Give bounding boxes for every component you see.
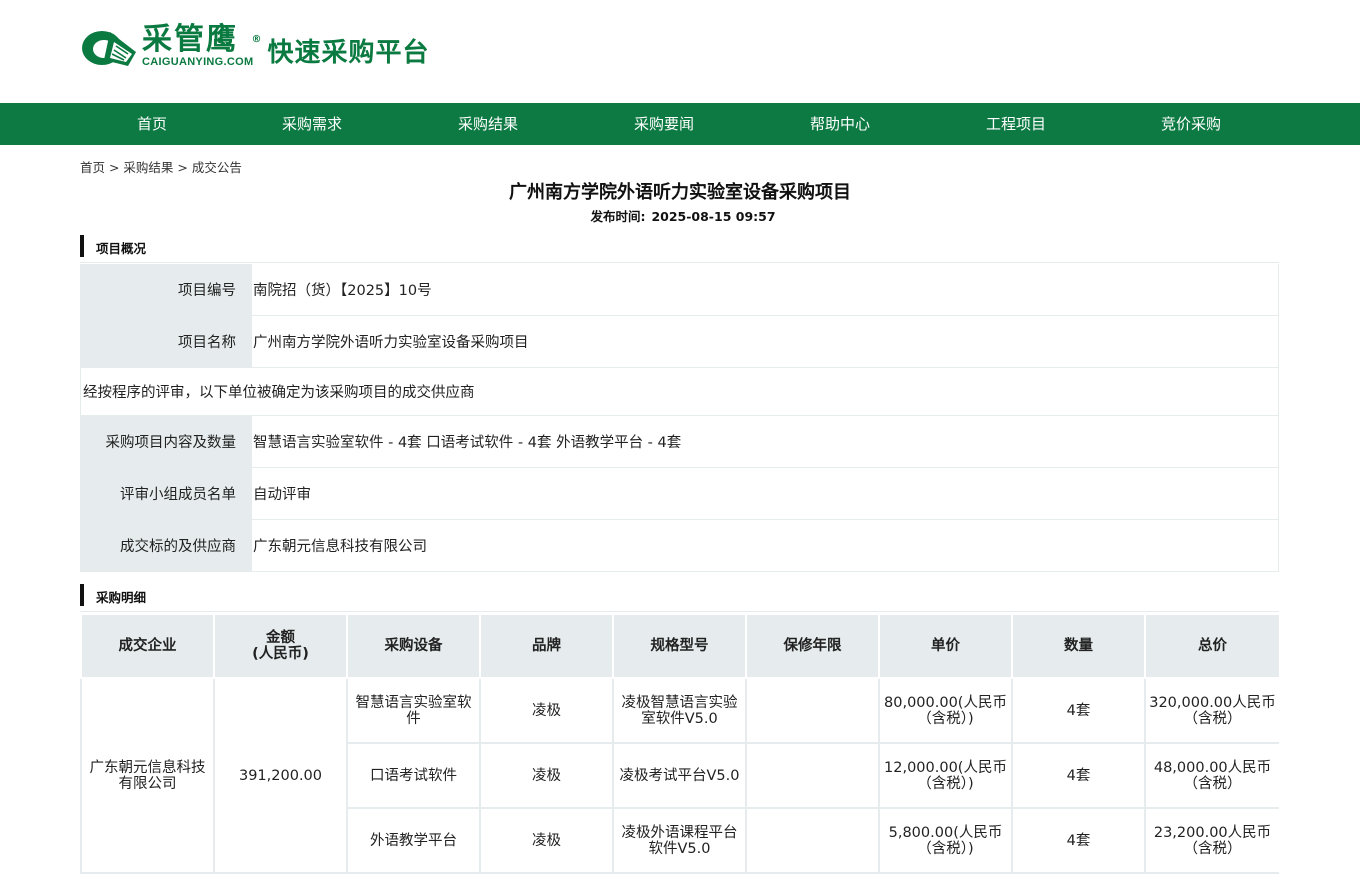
breadcrumb[interactable]: 首页 > 采购结果 > 成交公告 bbox=[80, 157, 242, 176]
detail-table: 成交企业 金额 (人民币) 采购设备 品牌 规格型号 保修年限 单价 数量 总价 … bbox=[80, 613, 1279, 874]
cell-model: 凌极智慧语言实验室软件V5.0 bbox=[612, 677, 747, 744]
nav-item-demands[interactable]: 采购需求 bbox=[252, 103, 372, 145]
section-detail-title: 采购明细 bbox=[96, 590, 147, 605]
logo-domain: CAIGUANYING.COM bbox=[142, 56, 254, 68]
info-label: 评审小组成员名单 bbox=[81, 468, 252, 519]
cell-company: 广东朝元信息科技有限公司 bbox=[80, 677, 215, 874]
info-label: 项目编号 bbox=[81, 264, 252, 315]
publish-time-value: 2025-08-15 09:57 bbox=[651, 209, 776, 224]
column-header-brand: 品牌 bbox=[479, 613, 614, 679]
site-logo[interactable]: 采管鹰 ® CAIGUANYING.COM 快速采购平台 bbox=[80, 22, 429, 70]
info-label: 成交标的及供应商 bbox=[81, 520, 252, 571]
nav-item-help[interactable]: 帮助中心 bbox=[780, 103, 900, 145]
cell-quantity: 4套 bbox=[1011, 742, 1146, 809]
column-header-total: 总价 bbox=[1144, 613, 1279, 679]
cell-quantity: 4套 bbox=[1011, 807, 1146, 874]
section-overview-title: 项目概况 bbox=[96, 241, 147, 256]
site-header: 采管鹰 ® CAIGUANYING.COM 快速采购平台 bbox=[0, 0, 1360, 103]
info-value: 自动评审 bbox=[253, 487, 311, 503]
cell-warranty bbox=[745, 742, 880, 809]
cell-brand: 凌极 bbox=[479, 807, 614, 874]
info-row-project-name: 项目名称 广州南方学院外语听力实验室设备采购项目 bbox=[81, 316, 1278, 368]
cell-model: 凌极外语课程平台软件V5.0 bbox=[612, 807, 747, 874]
column-header-model: 规格型号 bbox=[612, 613, 747, 679]
info-row-supplier: 成交标的及供应商 广东朝元信息科技有限公司 bbox=[81, 520, 1278, 572]
detail-table-wrapper: 成交企业 金额 (人民币) 采购设备 品牌 规格型号 保修年限 单价 数量 总价 … bbox=[80, 613, 1279, 878]
section-marker bbox=[80, 235, 84, 257]
info-label: 采购项目内容及数量 bbox=[81, 416, 252, 467]
result-statement: 经按程序的评审，以下单位被确定为该采购项目的成交供应商 bbox=[83, 385, 475, 401]
info-value: 智慧语言实验室软件 - 4套 口语考试软件 - 4套 外语教学平台 - 4套 bbox=[253, 435, 682, 451]
cell-brand: 凌极 bbox=[479, 677, 614, 744]
nav-item-results[interactable]: 采购结果 bbox=[428, 103, 548, 145]
nav-item-home[interactable]: 首页 bbox=[92, 103, 212, 145]
nav-item-bidding[interactable]: 竞价采购 bbox=[1131, 103, 1251, 145]
cell-unit-price: 5,800.00(人民币（含税）) bbox=[878, 807, 1013, 874]
publish-time-label: 发布时间: bbox=[590, 209, 646, 224]
cell-brand: 凌极 bbox=[479, 742, 614, 809]
info-value: 广州南方学院外语听力实验室设备采购项目 bbox=[253, 335, 529, 351]
logo-slogan: 快速采购平台 bbox=[267, 37, 430, 68]
nav-item-news[interactable]: 采购要闻 bbox=[604, 103, 724, 145]
info-row-statement: 经按程序的评审，以下单位被确定为该采购项目的成交供应商 bbox=[81, 368, 1278, 416]
cell-unit-price: 12,000.00(人民币（含税）) bbox=[878, 742, 1013, 809]
cell-total: 320,000.00人民币（含税） bbox=[1144, 677, 1279, 744]
cell-amount: 391,200.00 bbox=[213, 677, 348, 874]
publish-time: 发布时间: 2025-08-15 09:57 bbox=[0, 206, 1360, 225]
section-marker bbox=[80, 584, 84, 606]
main-nav: 首页 采购需求 采购结果 采购要闻 帮助中心 工程项目 竞价采购 bbox=[0, 103, 1360, 145]
column-header-unit-price: 单价 bbox=[878, 613, 1013, 679]
nav-item-engineering[interactable]: 工程项目 bbox=[956, 103, 1076, 145]
column-header-quantity: 数量 bbox=[1011, 613, 1146, 679]
logo-brand-name: 采管鹰 ® bbox=[142, 22, 264, 57]
table-header-row: 成交企业 金额 (人民币) 采购设备 品牌 规格型号 保修年限 单价 数量 总价 bbox=[80, 613, 1279, 679]
column-header-amount: 金额 (人民币) bbox=[213, 613, 348, 679]
table-row: 广东朝元信息科技有限公司 391,200.00 智慧语言实验室软件 凌极 凌极智… bbox=[80, 677, 1279, 874]
section-detail-header: 采购明细 bbox=[80, 578, 1279, 612]
info-value: 南院招（货）【2025】10号 bbox=[253, 283, 432, 299]
cell-quantity: 4套 bbox=[1011, 677, 1146, 744]
cell-model: 凌极考试平台V5.0 bbox=[612, 742, 747, 809]
cell-warranty bbox=[745, 807, 880, 874]
column-header-device: 采购设备 bbox=[346, 613, 481, 679]
column-header-company: 成交企业 bbox=[80, 613, 215, 679]
info-value: 广东朝元信息科技有限公司 bbox=[253, 539, 427, 555]
cell-warranty bbox=[745, 677, 880, 744]
eagle-logo-icon bbox=[80, 22, 138, 70]
cell-device: 外语教学平台 bbox=[346, 807, 481, 874]
cell-device: 口语考试软件 bbox=[346, 742, 481, 809]
info-row-project-no: 项目编号 南院招（货）【2025】10号 bbox=[81, 264, 1278, 316]
cell-unit-price: 80,000.00(人民币（含税）) bbox=[878, 677, 1013, 744]
cell-device: 智慧语言实验室软件 bbox=[346, 677, 481, 744]
cell-total: 23,200.00人民币（含税） bbox=[1144, 807, 1279, 874]
info-row-panel: 评审小组成员名单 自动评审 bbox=[81, 468, 1278, 520]
cell-total: 48,000.00人民币（含税） bbox=[1144, 742, 1279, 809]
section-overview-header: 项目概况 bbox=[80, 229, 1279, 263]
info-label: 项目名称 bbox=[81, 316, 252, 367]
column-header-warranty: 保修年限 bbox=[745, 613, 880, 679]
info-row-content: 采购项目内容及数量 智慧语言实验室软件 - 4套 口语考试软件 - 4套 外语教… bbox=[81, 416, 1278, 468]
page-title: 广州南方学院外语听力实验室设备采购项目 bbox=[509, 182, 851, 203]
overview-table: 项目编号 南院招（货）【2025】10号 项目名称 广州南方学院外语听力实验室设… bbox=[80, 264, 1279, 572]
